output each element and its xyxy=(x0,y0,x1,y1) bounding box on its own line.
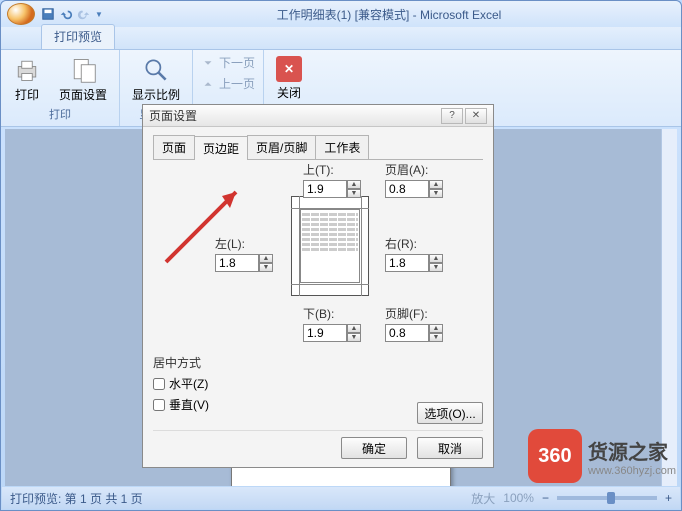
print-button[interactable]: 打印 xyxy=(9,54,45,105)
tab-print-preview[interactable]: 打印预览 xyxy=(41,24,115,49)
spin-up-icon[interactable]: ▲ xyxy=(429,180,443,189)
quick-access-toolbar: ▼ xyxy=(41,7,103,21)
arrow-up-icon xyxy=(201,77,215,91)
center-legend: 居中方式 xyxy=(153,354,209,371)
margin-bottom-input[interactable] xyxy=(303,324,347,342)
status-text: 打印预览: 第 1 页 共 1 页 xyxy=(10,490,143,507)
spin-down-icon[interactable]: ▼ xyxy=(429,263,443,272)
printer-icon xyxy=(13,56,41,84)
watermark-en: www.360hyzj.com xyxy=(588,465,676,477)
margin-bottom-field: 下(B): ▲▼ xyxy=(303,305,361,342)
page-setup-dialog: 页面设置 ? ✕ 页面 页边距 页眉/页脚 工作表 上(T): ▲▼ xyxy=(142,104,494,468)
group-label-print: 打印 xyxy=(49,106,71,122)
spin-down-icon[interactable]: ▼ xyxy=(259,263,273,272)
zoom-slider[interactable] xyxy=(557,496,657,500)
tab-page[interactable]: 页面 xyxy=(153,135,195,159)
margins-preview xyxy=(291,196,369,296)
tab-sheet[interactable]: 工作表 xyxy=(315,135,369,159)
arrow-down-icon xyxy=(201,56,215,70)
margin-right-field: 右(R): ▲▼ xyxy=(385,235,443,272)
page-setup-icon xyxy=(69,56,97,84)
close-icon: ✕ xyxy=(276,56,302,82)
zoom-in-button[interactable]: + xyxy=(665,491,672,505)
cancel-button[interactable]: 取消 xyxy=(417,437,483,459)
magnifier-icon xyxy=(142,56,170,84)
statusbar: 打印预览: 第 1 页 共 1 页 放大 100% − + xyxy=(2,487,680,509)
save-icon[interactable] xyxy=(41,7,55,21)
redo-icon[interactable] xyxy=(77,7,91,21)
spin-up-icon[interactable]: ▲ xyxy=(259,254,273,263)
watermark: 360 货源之家 www.360hyzj.com xyxy=(528,429,676,483)
tab-header-footer[interactable]: 页眉/页脚 xyxy=(247,135,316,159)
office-button[interactable] xyxy=(7,3,35,25)
ribbon-group-print: 打印 页面设置 打印 xyxy=(1,50,120,126)
spin-down-icon[interactable]: ▼ xyxy=(429,189,443,198)
center-vertical-checkbox[interactable]: 垂直(V) xyxy=(153,396,209,413)
dialog-tabs: 页面 页边距 页眉/页脚 工作表 xyxy=(153,135,483,160)
page-setup-button[interactable]: 页面设置 xyxy=(55,54,111,105)
zoom-percent: 100% xyxy=(503,491,534,505)
margins-panel: 上(T): ▲▼ 页眉(A): ▲▼ 左(L): ▲▼ 右(R): ▲▼ 下(B… xyxy=(153,160,483,402)
zoom-label: 放大 xyxy=(471,490,495,507)
qat-dropdown-icon[interactable]: ▼ xyxy=(95,10,103,19)
spin-up-icon[interactable]: ▲ xyxy=(429,324,443,333)
margin-left-input[interactable] xyxy=(215,254,259,272)
close-preview-button[interactable]: ✕ 关闭 xyxy=(272,54,306,103)
next-page-button: 下一页 xyxy=(201,54,255,71)
ok-button[interactable]: 确定 xyxy=(341,437,407,459)
dialog-title: 页面设置 xyxy=(149,107,197,124)
margin-header-input[interactable] xyxy=(385,180,429,198)
spin-down-icon[interactable]: ▼ xyxy=(347,333,361,342)
prev-page-button: 上一页 xyxy=(201,75,255,92)
margin-left-field: 左(L): ▲▼ xyxy=(215,235,273,272)
dialog-close-button[interactable]: ✕ xyxy=(465,108,487,124)
margin-footer-input[interactable] xyxy=(385,324,429,342)
watermark-cn: 货源之家 xyxy=(588,436,676,465)
watermark-badge: 360 xyxy=(528,429,582,483)
spin-down-icon[interactable]: ▼ xyxy=(429,333,443,342)
zoom-button[interactable]: 显示比例 xyxy=(128,54,184,105)
margin-header-field: 页眉(A): ▲▼ xyxy=(385,161,443,198)
margin-right-input[interactable] xyxy=(385,254,429,272)
center-group: 居中方式 水平(Z) 垂直(V) xyxy=(153,354,209,413)
options-button[interactable]: 选项(O)... xyxy=(417,402,483,424)
spin-down-icon[interactable]: ▼ xyxy=(347,189,361,198)
margin-footer-field: 页脚(F): ▲▼ xyxy=(385,305,443,342)
spin-up-icon[interactable]: ▲ xyxy=(347,180,361,189)
spin-up-icon[interactable]: ▲ xyxy=(429,254,443,263)
dialog-help-button[interactable]: ? xyxy=(441,108,463,124)
ribbon-tab-row: 打印预览 xyxy=(1,27,681,49)
tab-margins[interactable]: 页边距 xyxy=(194,136,248,160)
window-title: 工作明细表(1) [兼容模式] - Microsoft Excel xyxy=(103,6,675,23)
spin-up-icon[interactable]: ▲ xyxy=(347,324,361,333)
zoom-out-button[interactable]: − xyxy=(542,491,549,505)
margin-top-field: 上(T): ▲▼ xyxy=(303,161,361,198)
dialog-titlebar[interactable]: 页面设置 ? ✕ xyxy=(143,105,493,127)
undo-icon[interactable] xyxy=(59,7,73,21)
center-horizontal-checkbox[interactable]: 水平(Z) xyxy=(153,375,209,392)
margin-top-input[interactable] xyxy=(303,180,347,198)
